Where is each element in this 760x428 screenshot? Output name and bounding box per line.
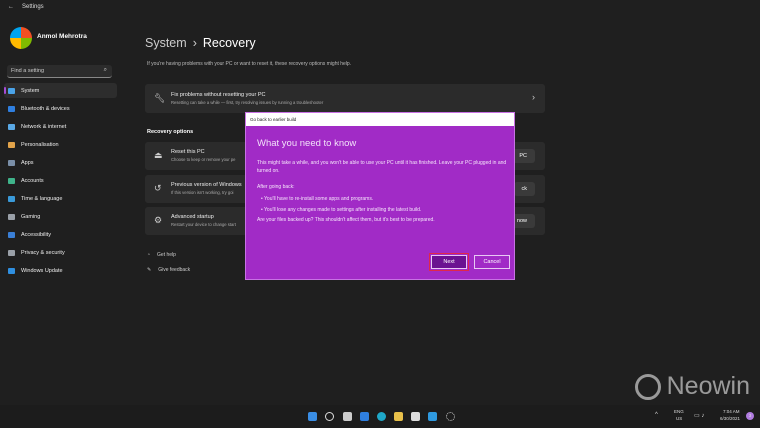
sidebar-item-label: Bluetooth & devices: [21, 105, 70, 112]
sidebar-item-accounts[interactable]: Accounts: [4, 173, 117, 188]
neowin-logo-icon: [634, 373, 661, 400]
title-bar: ← Settings: [8, 4, 44, 10]
sidebar-item-label: System: [21, 87, 40, 94]
breadcrumb-separator: ›: [192, 36, 197, 50]
settings-icon[interactable]: [446, 412, 455, 421]
window-title: Settings: [22, 4, 44, 10]
reset-icon: ⏏: [154, 150, 163, 160]
option-title: Previous version of Windows: [171, 181, 242, 188]
back-button[interactable]: ←: [8, 4, 14, 10]
recovery-options-heading: Recovery options: [147, 129, 194, 135]
chevron-up-icon[interactable]: ^: [655, 412, 658, 418]
page-description: If you're having problems with your PC o…: [147, 61, 352, 67]
sidebar-item-privacy-security[interactable]: Privacy & security: [4, 245, 117, 260]
search-icon: ⌕: [103, 67, 107, 73]
sidebar-icon: [8, 159, 15, 166]
mail-icon[interactable]: [428, 412, 437, 421]
start-icon[interactable]: [308, 412, 317, 421]
dialog-bullet: • You'll have to re-install some apps an…: [261, 196, 374, 202]
get-help-label: Get help: [157, 252, 176, 258]
chevron-right-icon: ›: [532, 92, 535, 102]
store-icon[interactable]: [411, 412, 420, 421]
sidebar-item-bluetooth-devices[interactable]: Bluetooth & devices: [4, 101, 117, 116]
sidebar-item-network-internet[interactable]: Network & internet: [4, 119, 117, 134]
dialog-paragraph: This might take a while, and you won't b…: [257, 160, 507, 174]
fix-card-subtitle: Resetting can take a while — first, try …: [171, 100, 324, 105]
search-placeholder: Find a setting: [11, 68, 45, 74]
history-icon: ↺: [154, 182, 162, 193]
sidebar-item-label: Apps: [21, 159, 34, 166]
avatar[interactable]: [10, 27, 32, 49]
neowin-watermark: Neowin: [634, 372, 750, 401]
dialog-after-label: After going back:: [257, 184, 295, 190]
breadcrumb: System › Recovery: [145, 36, 256, 50]
sidebar-icon: [8, 141, 15, 148]
cancel-button[interactable]: Cancel: [474, 255, 510, 269]
sidebar-icon: [8, 123, 15, 130]
sidebar-item-windows-update[interactable]: Windows Update: [4, 263, 117, 278]
wrench-icon: 🔧︎: [154, 93, 166, 103]
taskbar: ^ ENG US ▭ ♪ 7:04 AM 6/30/2021 3: [0, 405, 760, 428]
sidebar-item-time-language[interactable]: Time & language: [4, 191, 117, 206]
sidebar-item-label: Accessibility: [21, 231, 51, 238]
notification-badge[interactable]: 3: [746, 412, 754, 420]
user-name: Anmol Mehrotra: [37, 33, 87, 40]
sidebar-item-accessibility[interactable]: Accessibility: [4, 227, 117, 242]
sidebar-icon: [8, 195, 15, 202]
task-view-icon[interactable]: [343, 412, 352, 421]
sidebar-icon: [8, 231, 15, 238]
dialog-backup-note: Are your files backed up? This shouldn't…: [257, 217, 435, 223]
give-feedback-label: Give feedback: [158, 267, 191, 273]
feedback-icon: ✎: [147, 267, 152, 273]
sidebar-item-label: Privacy & security: [21, 249, 65, 256]
sidebar-item-label: Accounts: [21, 177, 44, 184]
network-icon[interactable]: ▭ ♪: [694, 412, 704, 419]
help-icon: ◔: [147, 252, 151, 258]
sidebar-item-apps[interactable]: Apps: [4, 155, 117, 170]
region-indicator: US: [676, 416, 683, 421]
page-title: Recovery: [202, 36, 256, 50]
sidebar-item-gaming[interactable]: Gaming: [4, 209, 117, 224]
sidebar-icon: [8, 87, 15, 94]
fix-problems-card[interactable]: 🔧︎ Fix problems without resetting your P…: [145, 84, 545, 113]
widgets-icon[interactable]: [360, 412, 369, 421]
option-title: Reset this PC: [171, 149, 205, 155]
sidebar-item-label: Gaming: [21, 213, 41, 220]
fix-card-title: Fix problems without resetting your PC: [171, 92, 266, 98]
dialog-bullet: • You'll lose any changes made to settin…: [261, 207, 422, 213]
sidebar-item-personalisation[interactable]: Personalisation: [4, 137, 117, 152]
sidebar-item-label: Personalisation: [21, 141, 59, 148]
breadcrumb-system[interactable]: System: [145, 36, 187, 50]
option-subtitle: Choose to keep or remove your pe: [171, 157, 236, 162]
clock-date[interactable]: 6/30/2021: [720, 416, 740, 421]
sidebar-icon: [8, 267, 15, 274]
search-input[interactable]: Find a setting ⌕: [7, 65, 112, 78]
sidebar-item-label: Network & internet: [21, 123, 67, 130]
search-icon[interactable]: [325, 412, 334, 421]
option-subtitle: If this version isn't working, try goi: [171, 189, 234, 195]
language-indicator[interactable]: ENG: [674, 409, 684, 414]
option-subtitle: Restart your device to change start: [171, 222, 236, 227]
dialog-heading: What you need to know: [257, 138, 357, 149]
option-title: Advanced startup: [171, 214, 214, 220]
go-back-button[interactable]: ck: [513, 181, 535, 196]
watermark-text: Neowin: [666, 372, 750, 400]
dialog-title: Go back to earlier build: [246, 113, 514, 126]
sidebar-icon: [8, 249, 15, 256]
sidebar-icon: [8, 105, 15, 112]
give-feedback-link[interactable]: ✎ Give feedback: [147, 267, 190, 273]
get-help-link[interactable]: ◔ Get help: [147, 252, 176, 258]
sidebar-icon: [8, 213, 15, 220]
go-back-dialog: Go back to earlier build What you need t…: [245, 112, 515, 280]
sidebar-item-label: Time & language: [21, 195, 63, 202]
sidebar-item-label: Windows Update: [21, 267, 63, 274]
sidebar-icon: [8, 177, 15, 184]
clock-time[interactable]: 7:04 AM: [723, 409, 740, 414]
file-explorer-icon[interactable]: [394, 412, 403, 421]
next-button[interactable]: Next: [429, 253, 469, 271]
edge-icon[interactable]: [377, 412, 386, 421]
startup-icon: ⚙: [154, 215, 163, 225]
sidebar-item-system[interactable]: System: [4, 83, 117, 98]
